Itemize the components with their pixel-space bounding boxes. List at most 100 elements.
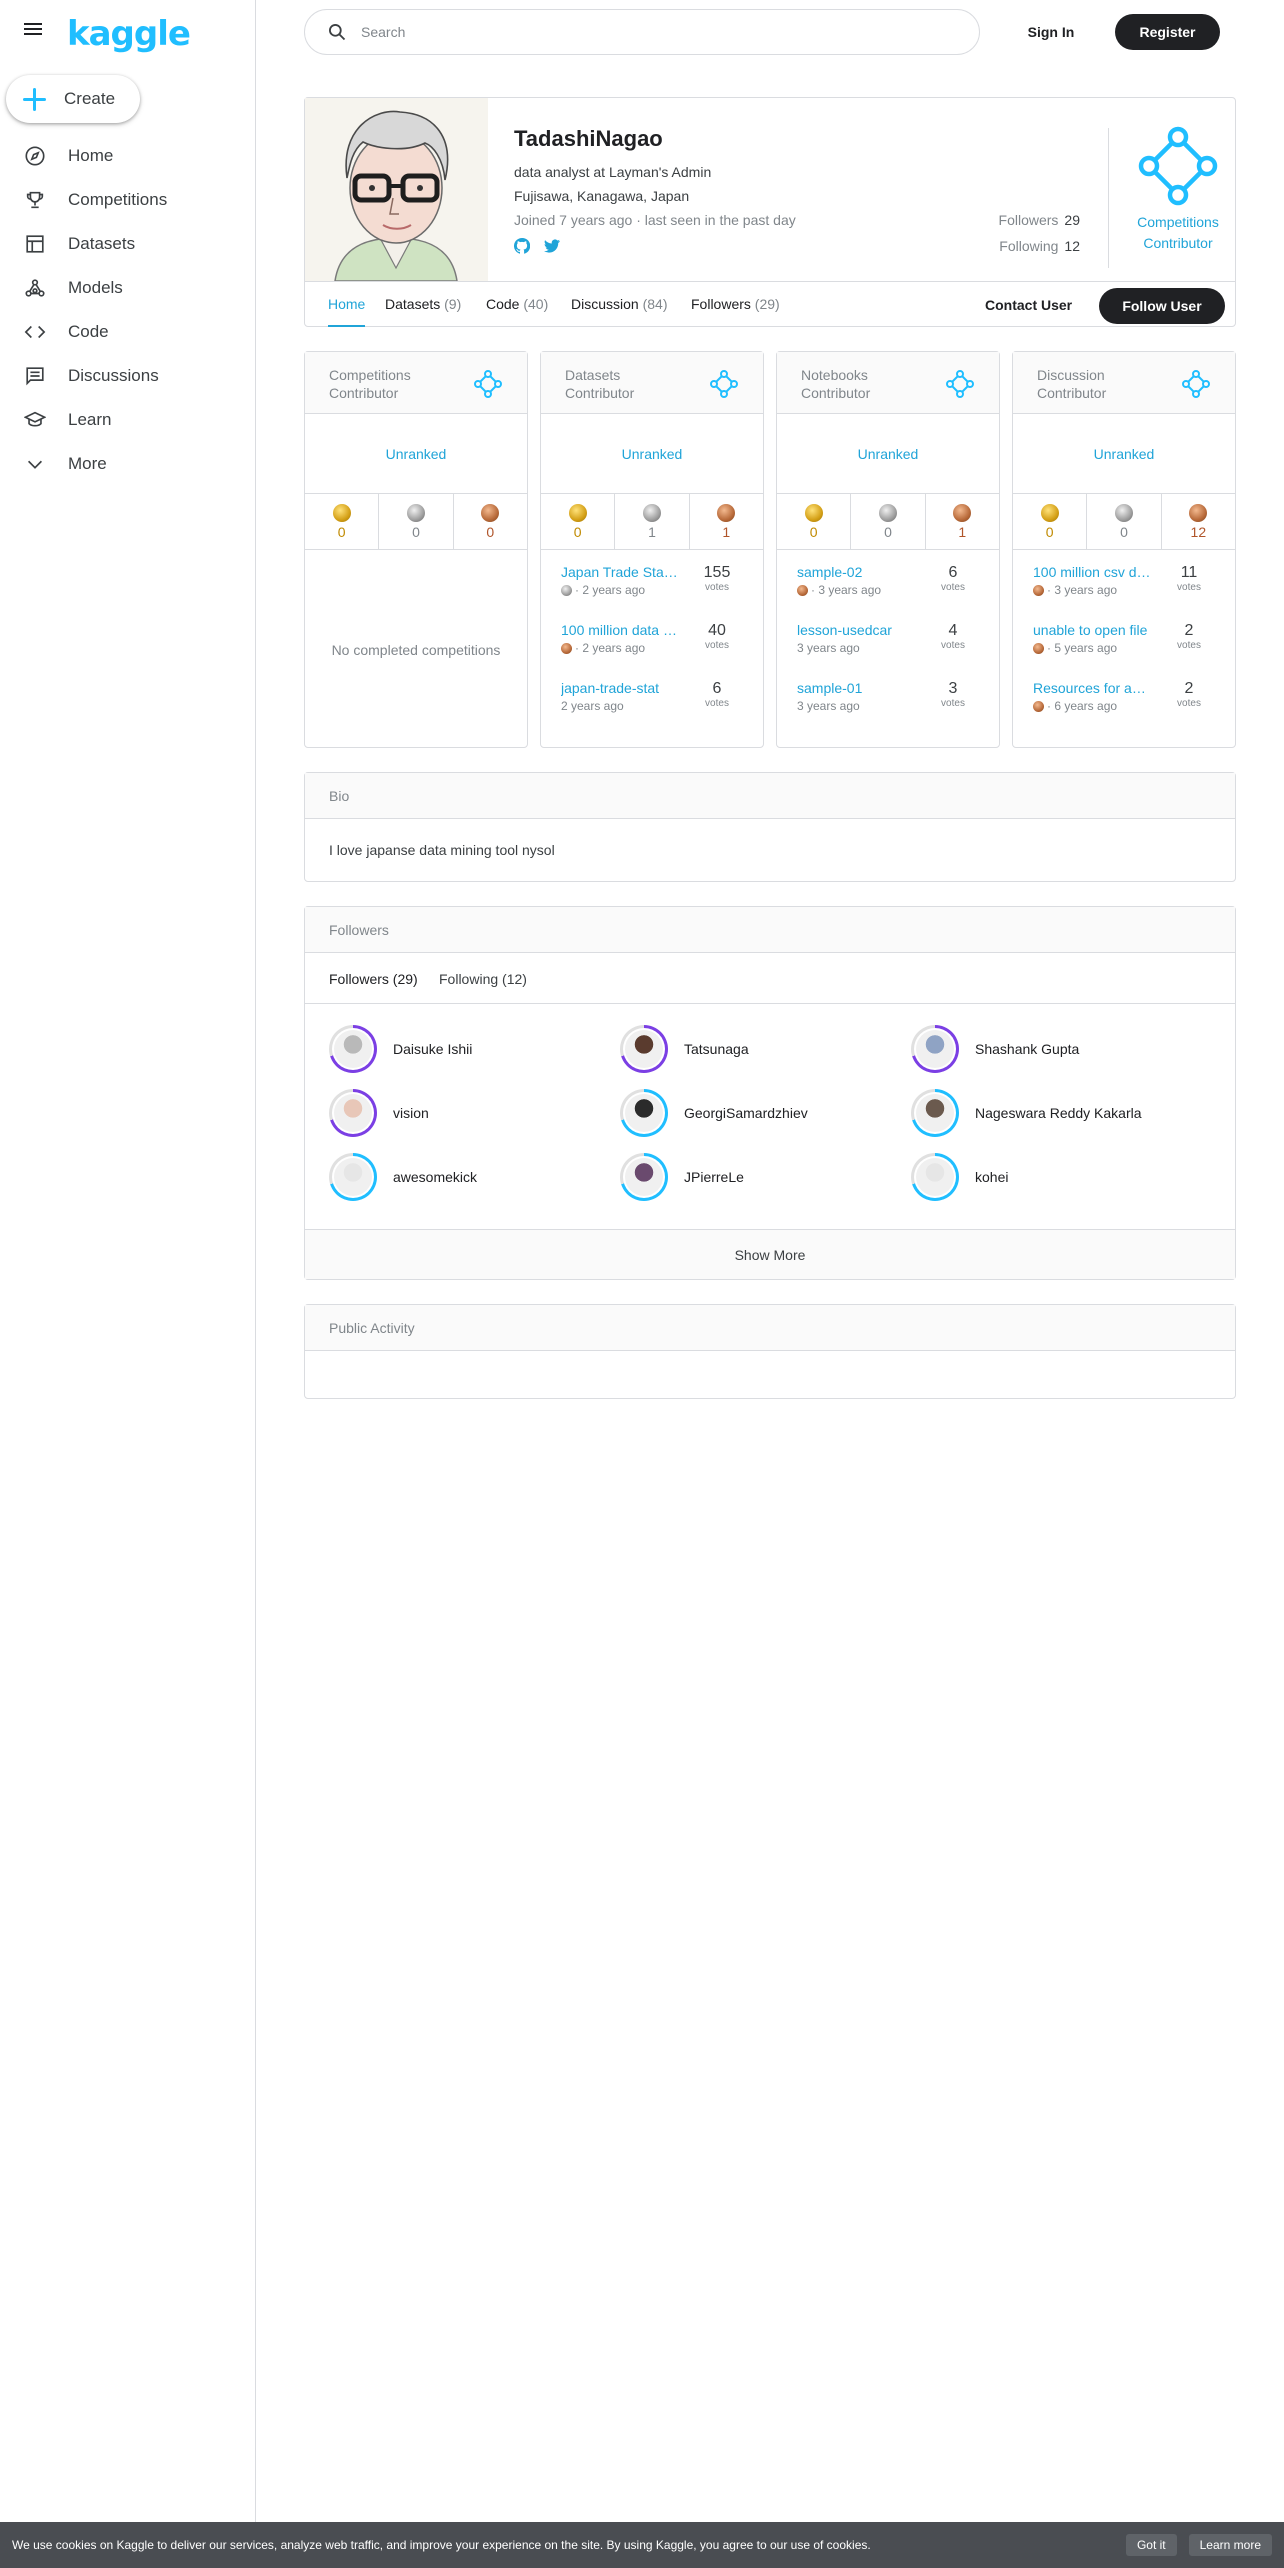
create-button[interactable]: Create — [6, 75, 140, 123]
profile-joined: Joined 7 years ago · last seen in the pa… — [514, 212, 796, 228]
list-item-title[interactable]: japan-trade-stat — [561, 680, 679, 696]
sidebar-item-models[interactable]: Models — [0, 266, 255, 310]
silver-medal-count: 0 — [1087, 494, 1162, 549]
follower-item[interactable]: Tatsunaga — [620, 1025, 910, 1073]
public-activity-heading: Public Activity — [305, 1305, 1235, 1351]
follower-item[interactable]: Shashank Gupta — [911, 1025, 1201, 1073]
sidebar-item-label: Learn — [68, 410, 112, 429]
sidebar-item-home[interactable]: Home — [0, 134, 255, 178]
sign-in-button[interactable]: Sign In — [1005, 19, 1097, 45]
tier-rank: Unranked — [777, 414, 999, 494]
got-it-button[interactable]: Got it — [1125, 2534, 1177, 2556]
tier-card-notebooks: Notebooks Contributor Unranked 0 0 1 sample-02… — [776, 351, 1000, 748]
vote-count-label: votes — [705, 698, 729, 709]
sidebar-item-learn[interactable]: Learn — [0, 398, 255, 442]
tab-following-list[interactable]: Following (12) — [439, 954, 527, 1004]
list-item: sample-02 · 3 years ago 6 votes — [797, 564, 981, 622]
following-count-value: 12 — [1064, 238, 1080, 254]
search-input[interactable] — [361, 24, 921, 40]
comment-icon — [26, 367, 44, 386]
vote-count-value: 6 — [948, 564, 958, 581]
vote-count: 2 votes — [1169, 680, 1209, 709]
tab-followers[interactable]: Followers (29) — [691, 282, 780, 327]
hamburger-menu-icon[interactable] — [22, 20, 50, 44]
follower-item[interactable]: Nageswara Reddy Kakarla — [911, 1089, 1201, 1137]
list-item-title[interactable]: 100 million data csv — [561, 622, 679, 638]
vote-count-value: 155 — [703, 564, 731, 581]
list-item-title[interactable]: Resources for analysis — [1033, 680, 1151, 696]
follower-item[interactable]: vision — [329, 1089, 619, 1137]
following-count[interactable]: Following 12 — [999, 238, 1080, 254]
medal-count-value: 0 — [884, 524, 892, 540]
tab-home[interactable]: Home — [328, 282, 366, 327]
list-item-title[interactable]: lesson-usedcar — [797, 622, 915, 638]
list-item-title[interactable]: unable to open file — [1033, 622, 1151, 638]
search-icon — [329, 24, 346, 41]
vote-count-label: votes — [1177, 582, 1201, 593]
public-activity-card: Public Activity — [304, 1304, 1236, 1399]
medal-count-value: 12 — [1190, 524, 1207, 540]
avatar-image — [625, 1030, 663, 1068]
profile-tier: Competitions Contributor — [1125, 126, 1231, 253]
sidebar-item-code[interactable]: Code — [0, 310, 255, 354]
tab-code[interactable]: Code (40) — [486, 282, 548, 327]
follower-item[interactable]: Daisuke Ishii — [329, 1025, 619, 1073]
list-item-title[interactable]: Japan Trade Statistics — [561, 564, 679, 580]
vote-count-label: votes — [1177, 698, 1201, 709]
medal-count-value: 1 — [958, 524, 967, 540]
tier-rank: Unranked — [541, 414, 763, 494]
list-item-title[interactable]: 100 million csv data — [1033, 564, 1151, 580]
gold-medal-count: 0 — [541, 494, 616, 549]
vote-count-value: 4 — [948, 622, 958, 639]
tab-datasets[interactable]: Datasets (9) — [385, 282, 461, 327]
list-item-title[interactable]: sample-01 — [797, 680, 915, 696]
tier-card-discussion: Discussion Contributor Unranked 0 0 12 100 mil… — [1012, 351, 1236, 748]
show-more-button[interactable]: Show More — [305, 1229, 1235, 1279]
contact-user-button[interactable]: Contact User — [985, 293, 1072, 317]
vote-count-value: 11 — [1180, 564, 1198, 581]
sidebar-item-datasets[interactable]: Datasets — [0, 222, 255, 266]
sidebar-item-discussions[interactable]: Discussions — [0, 354, 255, 398]
register-button[interactable]: Register — [1115, 14, 1220, 50]
tier-rank: Unranked — [305, 414, 527, 494]
vote-count: 6 votes — [933, 564, 973, 593]
twitter-icon[interactable] — [544, 238, 560, 254]
tab-label: Followers — [691, 296, 751, 312]
sidebar-item-label: Discussions — [68, 366, 159, 385]
github-icon[interactable] — [514, 238, 530, 254]
sidebar-item-more[interactable]: More — [0, 442, 255, 486]
medal-count-value: 0 — [412, 524, 420, 540]
follow-user-button[interactable]: Follow User — [1099, 288, 1225, 324]
search-bar[interactable] — [304, 9, 980, 55]
tier-item-list: Japan Trade Statistics· 2 years ago155vo… — [561, 564, 745, 738]
tab-followers-list[interactable]: Followers (29) — [329, 954, 418, 1004]
kaggle-logo[interactable]: kaggle — [67, 14, 191, 54]
cookie-text: We use cookies on Kaggle to deliver our … — [12, 2538, 871, 2552]
gold-medal-icon — [804, 504, 823, 522]
followers-card: Followers Followers (29) Following (12) … — [304, 906, 1236, 1280]
follower-name: Daisuke Ishii — [393, 1041, 473, 1057]
followers-count-label: Followers — [998, 212, 1059, 228]
followers-count[interactable]: Followers 29 — [999, 212, 1080, 228]
sidebar: kaggle Create Home Competitions Datasets… — [0, 0, 256, 2522]
list-item: Resources for analysis · 6 years ago 2vote… — [1033, 680, 1217, 738]
learn-more-button[interactable]: Learn more — [1188, 2534, 1272, 2556]
list-item-date: · 6 years ago — [1047, 699, 1118, 713]
follower-item[interactable]: JPierreLe — [620, 1153, 910, 1201]
bronze-medal-icon — [1189, 504, 1208, 522]
follower-name: vision — [393, 1105, 429, 1121]
follower-item[interactable]: kohei — [911, 1153, 1201, 1201]
sidebar-item-competitions[interactable]: Competitions — [0, 178, 255, 222]
profile-tabs: Home Datasets (9) Code (40) Discussion (… — [305, 281, 1235, 327]
list-item-title[interactable]: sample-02 — [797, 564, 915, 580]
avatar-image — [334, 1158, 372, 1196]
follower-item[interactable]: awesomekick — [329, 1153, 619, 1201]
tier-title-line2: Contributor — [565, 385, 635, 401]
tab-discussion[interactable]: Discussion (84) — [571, 282, 668, 327]
silver-medal-icon — [406, 504, 425, 522]
sidebar-item-label: More — [68, 454, 107, 473]
empty-message: No completed competitions — [331, 642, 501, 658]
list-item-date: · 3 years ago — [1047, 583, 1118, 597]
follower-item[interactable]: GeorgiSamardzhiev — [620, 1089, 910, 1137]
vote-count-value: 6 — [712, 680, 722, 697]
